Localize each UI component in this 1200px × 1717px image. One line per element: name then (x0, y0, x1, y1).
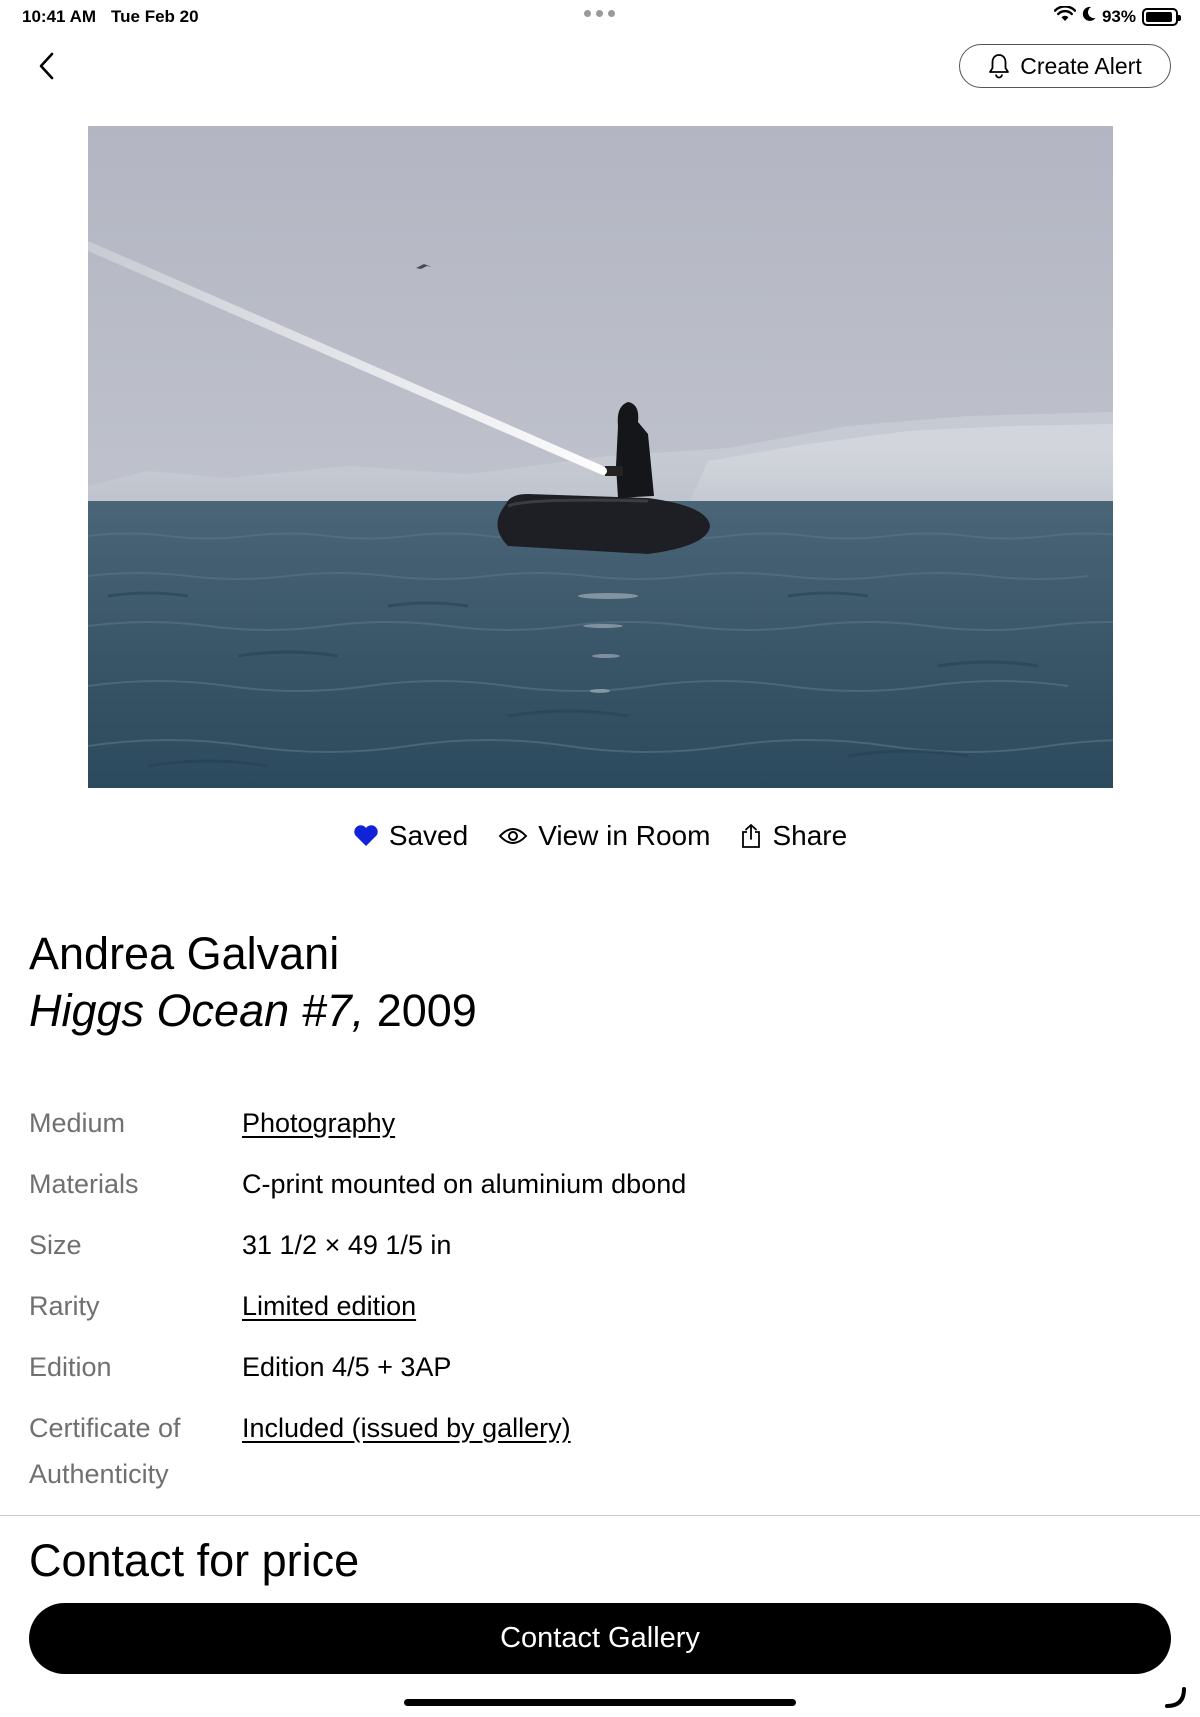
view-in-room-button[interactable]: View in Room (498, 820, 710, 852)
chevron-left-icon (39, 52, 54, 80)
detail-row-materials: Materials C-print mounted on aluminium d… (29, 1161, 1169, 1207)
battery-icon (1142, 7, 1181, 26)
detail-value-materials: C-print mounted on aluminium dbond (242, 1169, 687, 1199)
detail-row-medium: Medium Photography (29, 1100, 1169, 1146)
artwork-title: Higgs Ocean #7, 2009 (29, 985, 477, 1037)
bell-icon (989, 54, 1010, 79)
wifi-icon (1053, 5, 1077, 27)
contact-gallery-button[interactable]: Contact Gallery (29, 1603, 1171, 1674)
detail-row-rarity: Rarity Limited edition (29, 1283, 1169, 1329)
share-label: Share (772, 820, 848, 851)
status-time: 10:41 AM (22, 7, 97, 26)
detail-row-certificate: Certificate of Authenticity Included (is… (29, 1405, 1169, 1497)
footer-divider (0, 1515, 1200, 1516)
detail-value-size: 31 1/2 × 49 1/5 in (242, 1230, 452, 1260)
battery-percent: 93% (1101, 6, 1136, 26)
detail-value-certificate-link[interactable]: Included (issued by gallery) (242, 1405, 571, 1497)
detail-label: Rarity (29, 1291, 100, 1321)
corner-swipe-icon[interactable] (1164, 1686, 1188, 1710)
detail-label: Edition (29, 1352, 112, 1382)
share-button[interactable]: Share (740, 820, 847, 852)
artist-name[interactable]: Andrea Galvani (29, 928, 339, 980)
multitasking-dots-icon[interactable] (584, 10, 615, 17)
price-text: Contact for price (29, 1535, 360, 1586)
moon-icon (1082, 6, 1096, 27)
detail-label: Size (29, 1230, 82, 1260)
detail-row-edition: Edition Edition 4/5 + 3AP (29, 1344, 1169, 1390)
share-icon (742, 824, 761, 848)
heart-icon (354, 825, 378, 846)
detail-label: Materials (29, 1169, 139, 1199)
artwork-image[interactable] (88, 126, 1113, 788)
status-date: Tue Feb 20 (111, 7, 199, 26)
detail-value-rarity-link[interactable]: Limited edition (242, 1283, 416, 1329)
eye-icon (498, 828, 528, 844)
artwork-year: 2009 (376, 985, 477, 1036)
battery-fill (1146, 11, 1173, 22)
saved-button[interactable]: Saved (353, 820, 468, 852)
back-button[interactable] (30, 48, 62, 84)
create-alert-label: Create Alert (1020, 52, 1142, 79)
detail-row-size: Size 31 1/2 × 49 1/5 in (29, 1222, 1169, 1268)
home-indicator[interactable] (404, 1699, 796, 1706)
detail-value-medium-link[interactable]: Photography (242, 1100, 395, 1146)
detail-label: Certificate of Authenticity (29, 1413, 181, 1489)
artwork-title-text: Higgs Ocean #7, (29, 985, 365, 1036)
artwork-actions: Saved View in Room Share (0, 820, 1200, 852)
status-bar: 10:41 AM Tue Feb 20 93% (0, 0, 1200, 34)
detail-value-edition: Edition 4/5 + 3AP (242, 1352, 452, 1382)
view-in-room-label: View in Room (538, 820, 711, 851)
create-alert-button[interactable]: Create Alert (959, 44, 1171, 88)
artwork-details: Medium Photography Materials C-print mou… (29, 1100, 1169, 1512)
saved-label: Saved (388, 820, 469, 851)
detail-label: Medium (29, 1108, 126, 1138)
